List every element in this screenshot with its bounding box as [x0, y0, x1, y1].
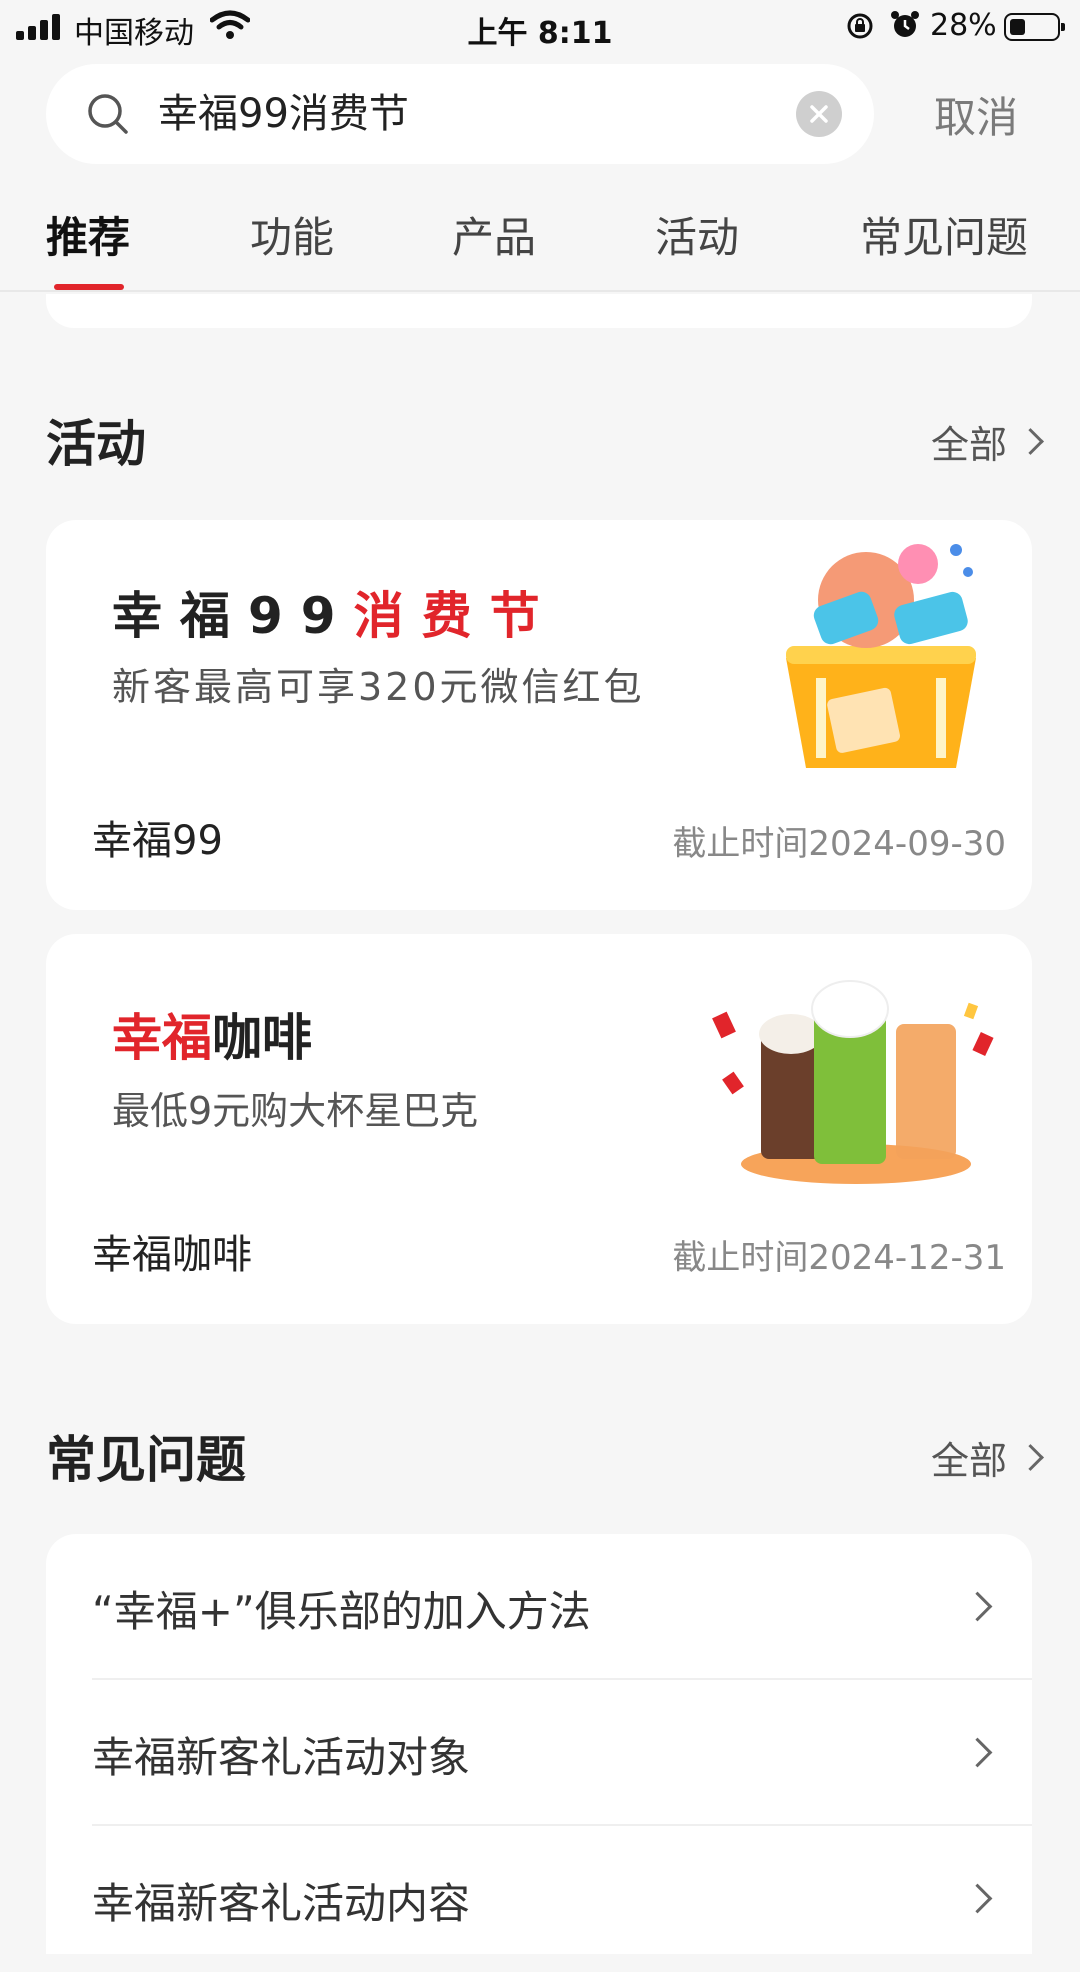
view-all-label: 全部	[930, 423, 1007, 467]
activity-name: 幸福咖啡	[92, 1232, 252, 1278]
activity-deadline: 截止时间2024-09-30	[672, 824, 1006, 864]
faq-question: 幸福新客礼活动对象	[92, 1733, 471, 1782]
activity-name: 幸福99	[92, 818, 223, 864]
activities-section-title: 活动	[46, 415, 146, 473]
search-icon	[88, 94, 128, 134]
activity-card[interactable]: 幸福咖啡 最低9元购大杯星巴克 幸福咖啡 截止时间2024-12-31	[46, 934, 1032, 1324]
faq-list: “幸福+”俱乐部的加入方法 幸福新客礼活动对象 幸福新客礼活动内容	[46, 1534, 1032, 1954]
faq-view-all-link[interactable]: 全部	[930, 1430, 1044, 1485]
faq-item[interactable]: 幸福新客礼活动对象	[46, 1680, 1032, 1826]
activities-view-all-link[interactable]: 全部	[930, 414, 1044, 469]
activity-card[interactable]: 幸福99消费节 新客最高可享320元微信红包 幸福99 截止时间2024-09-…	[46, 520, 1032, 910]
faq-section-title: 常见问题	[46, 1431, 246, 1489]
faq-item[interactable]: 幸福新客礼活动内容	[46, 1826, 1032, 1972]
tab-products[interactable]: 产品	[452, 204, 536, 265]
chevron-right-icon	[1017, 1444, 1044, 1471]
alarm-icon	[891, 11, 919, 37]
activity-deadline: 截止时间2024-12-31	[672, 1238, 1006, 1278]
headline-part: 咖啡	[212, 1009, 312, 1067]
headline-part: 幸福99	[112, 587, 354, 645]
previous-card-bottom	[46, 294, 1032, 328]
tab-features[interactable]: 功能	[250, 204, 334, 265]
activity-headline: 幸福咖啡	[112, 998, 312, 1070]
search-input[interactable]: 幸福99消费节	[158, 86, 409, 142]
battery-percentage: 28%	[930, 8, 997, 43]
activity-headline: 幸福99消费节	[112, 576, 558, 648]
status-bar: 中国移动 上午 8:11 28%	[0, 0, 1080, 56]
close-icon	[810, 105, 828, 123]
chevron-right-icon	[962, 1591, 993, 1622]
chevron-right-icon	[962, 1883, 993, 1914]
chevron-right-icon	[1017, 428, 1044, 455]
search-bar[interactable]: 幸福99消费节	[46, 64, 874, 164]
rotation-lock-icon	[847, 13, 873, 39]
coffee-drinks-illustration	[712, 980, 994, 1184]
chevron-right-icon	[962, 1737, 993, 1768]
faq-question: “幸福+”俱乐部的加入方法	[92, 1587, 591, 1636]
tab-activities[interactable]: 活动	[655, 204, 739, 265]
battery-icon	[1004, 13, 1065, 41]
headline-highlight: 消费节	[353, 587, 558, 645]
shopping-basket-gifts-illustration	[786, 544, 976, 768]
tab-faq[interactable]: 常见问题	[860, 204, 1028, 265]
active-tab-indicator	[54, 284, 124, 290]
category-tabs: 推荐 功能 产品 活动 常见问题	[0, 190, 1080, 292]
headline-highlight: 幸福	[112, 1009, 212, 1067]
tab-recommended[interactable]: 推荐	[46, 204, 130, 265]
cancel-button[interactable]: 取消	[934, 84, 1018, 145]
activity-subtitle: 新客最高可享320元微信红包	[112, 665, 645, 709]
clear-search-button[interactable]	[796, 91, 842, 137]
activity-subtitle: 最低9元购大杯星巴克	[112, 1089, 479, 1133]
faq-item[interactable]: “幸福+”俱乐部的加入方法	[46, 1534, 1032, 1680]
faq-question: 幸福新客礼活动内容	[92, 1879, 471, 1928]
view-all-label: 全部	[930, 1439, 1007, 1483]
